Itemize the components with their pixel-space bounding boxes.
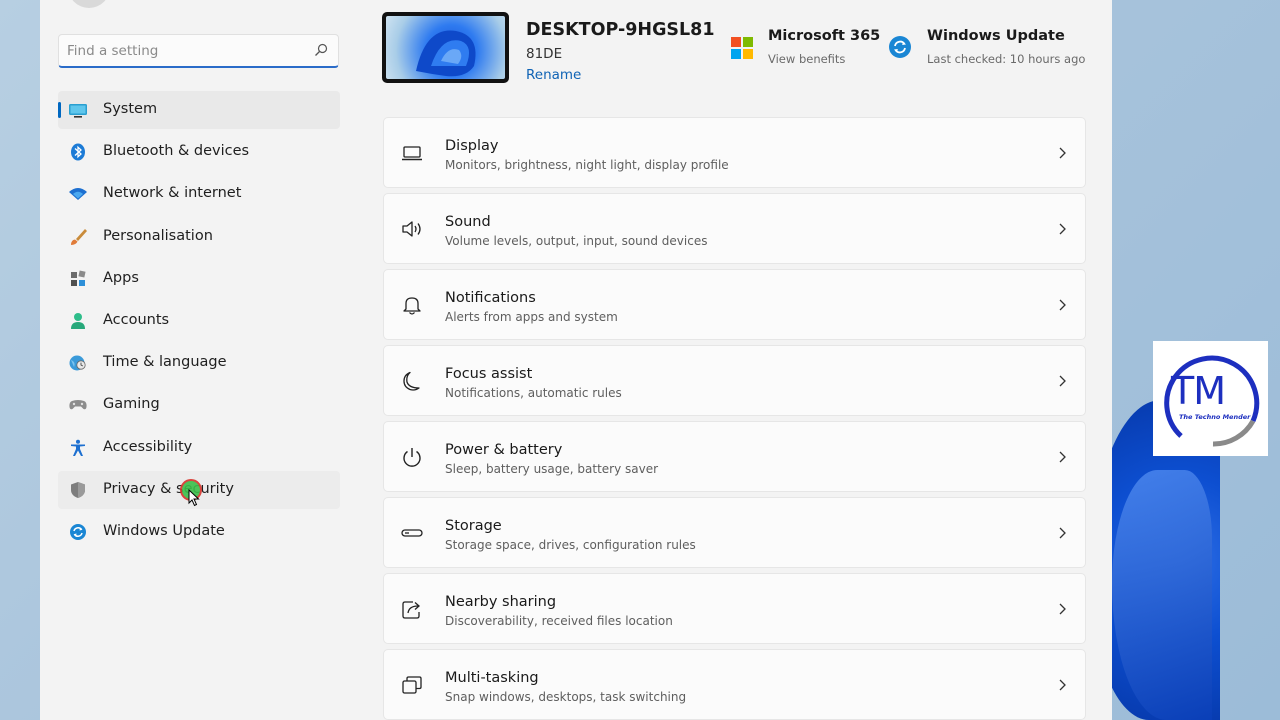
- card-title: Storage: [445, 518, 502, 534]
- chevron-right-icon: [1059, 147, 1066, 159]
- chevron-right-icon: [1059, 299, 1066, 311]
- widget-title: Microsoft 365: [768, 28, 881, 44]
- sidebar-item-accounts[interactable]: Accounts: [58, 302, 340, 340]
- device-name: DESKTOP-9HGSL81: [526, 20, 715, 40]
- widget-title: Windows Update: [927, 28, 1065, 44]
- bluetooth-icon: [71, 143, 85, 161]
- card-title: Multi-tasking: [445, 670, 539, 686]
- globe-clock-icon: [69, 355, 86, 371]
- sidebar-item-label: Time & language: [103, 354, 227, 371]
- multitask-icon: [402, 676, 422, 694]
- wifi-icon: [69, 188, 87, 201]
- sidebar-item-label: Windows Update: [103, 522, 225, 539]
- sidebar-item-label: Privacy & security: [103, 480, 234, 497]
- brush-icon: [71, 228, 87, 245]
- card-subtitle: Snap windows, desktops, task switching: [445, 690, 687, 704]
- card-title: Display: [445, 138, 499, 154]
- selection-indicator: [58, 102, 61, 118]
- laptop-icon: [402, 146, 422, 161]
- chevron-right-icon: [1059, 527, 1066, 539]
- watermark-logo: TM The Techno Mender: [1153, 341, 1268, 456]
- card-subtitle: Alerts from apps and system: [445, 310, 618, 324]
- sidebar-item-label: Personalisation: [103, 227, 213, 244]
- nearby-sharing-card[interactable]: Nearby sharing Discoverability, received…: [383, 573, 1086, 644]
- bell-icon: [403, 297, 421, 315]
- device-thumbnail: [382, 12, 509, 83]
- sidebar-item-apps[interactable]: Apps: [58, 260, 340, 298]
- accessibility-icon: [71, 439, 85, 456]
- card-subtitle: Discoverability, received files location: [445, 614, 673, 628]
- card-subtitle: Monitors, brightness, night light, displ…: [445, 158, 729, 172]
- wallpaper-preview: [386, 16, 505, 79]
- watermark-initials: TM: [1171, 369, 1226, 413]
- card-title: Focus assist: [445, 366, 533, 382]
- search-input[interactable]: [67, 41, 307, 61]
- sound-card[interactable]: Sound Volume levels, output, input, soun…: [383, 193, 1086, 264]
- shield-icon: [71, 481, 85, 498]
- storage-card[interactable]: Storage Storage space, drives, configura…: [383, 497, 1086, 568]
- sidebar-item-label: Bluetooth & devices: [103, 143, 250, 160]
- card-subtitle: Notifications, automatic rules: [445, 386, 622, 400]
- chevron-right-icon: [1059, 679, 1066, 691]
- sidebar-item-system[interactable]: System: [58, 91, 340, 129]
- bloom-wallpaper-icon: [416, 30, 476, 77]
- sidebar-item-personalisation[interactable]: Personalisation: [58, 218, 340, 256]
- sidebar-item-label: Gaming: [103, 396, 160, 413]
- widget-subtitle: View benefits: [768, 52, 846, 66]
- widget-subtitle: Last checked: 10 hours ago: [927, 52, 1086, 66]
- card-title: Notifications: [445, 290, 536, 306]
- device-model: 81DE: [526, 46, 563, 62]
- chevron-right-icon: [1059, 223, 1066, 235]
- person-icon: [71, 312, 85, 329]
- notifications-card[interactable]: Notifications Alerts from apps and syste…: [383, 269, 1086, 340]
- sidebar-item-accessibility[interactable]: Accessibility: [58, 429, 340, 467]
- sidebar-item-time-language[interactable]: Time & language: [58, 344, 340, 382]
- microsoft365-widget[interactable]: Microsoft 365 View benefits: [729, 28, 881, 72]
- card-subtitle: Volume levels, output, input, sound devi…: [445, 234, 708, 248]
- sync-icon: [889, 36, 911, 58]
- multitasking-card[interactable]: Multi-tasking Snap windows, desktops, ta…: [383, 649, 1086, 720]
- share-icon: [402, 601, 420, 619]
- apps-icon: [71, 270, 86, 286]
- card-title: Nearby sharing: [445, 594, 557, 610]
- card-title: Sound: [445, 214, 491, 230]
- card-subtitle: Sleep, battery usage, battery saver: [445, 462, 659, 476]
- mouse-pointer-icon: [188, 489, 200, 507]
- windows-update-widget[interactable]: Windows Update Last checked: 10 hours ag…: [888, 28, 1088, 72]
- sidebar-item-gaming[interactable]: Gaming: [58, 386, 340, 424]
- power-battery-card[interactable]: Power & battery Sleep, battery usage, ba…: [383, 421, 1086, 492]
- rename-link[interactable]: Rename: [526, 67, 581, 83]
- gamepad-icon: [69, 400, 87, 410]
- search-box[interactable]: [58, 34, 339, 68]
- watermark-caption: The Techno Mender: [1179, 413, 1251, 421]
- sidebar-item-bluetooth[interactable]: Bluetooth & devices: [58, 133, 340, 171]
- monitor-icon: [69, 104, 87, 118]
- power-icon: [403, 448, 421, 467]
- card-title: Power & battery: [445, 442, 563, 458]
- system-settings-list: Display Monitors, brightness, night ligh…: [383, 117, 1086, 720]
- chevron-right-icon: [1059, 451, 1066, 463]
- refresh-icon: [70, 523, 86, 540]
- card-subtitle: Storage space, drives, configuration rul…: [445, 538, 696, 552]
- moon-icon: [403, 371, 420, 391]
- microsoft-logo-icon: [731, 37, 753, 59]
- sidebar-item-windows-update[interactable]: Windows Update: [58, 513, 340, 551]
- sidebar-item-label: Accounts: [103, 311, 170, 328]
- sidebar-item-network[interactable]: Network & internet: [58, 175, 340, 213]
- sidebar-item-label: System: [103, 101, 158, 117]
- focus-assist-card[interactable]: Focus assist Notifications, automatic ru…: [383, 345, 1086, 416]
- drive-icon: [401, 529, 423, 537]
- speaker-icon: [402, 221, 421, 237]
- chevron-right-icon: [1059, 375, 1066, 387]
- sidebar-item-label: Apps: [103, 269, 139, 286]
- display-card[interactable]: Display Monitors, brightness, night ligh…: [383, 117, 1086, 188]
- search-icon[interactable]: [314, 43, 328, 57]
- sidebar-item-label: Accessibility: [103, 438, 193, 455]
- chevron-right-icon: [1059, 603, 1066, 615]
- sidebar-item-label: Network & internet: [103, 185, 242, 202]
